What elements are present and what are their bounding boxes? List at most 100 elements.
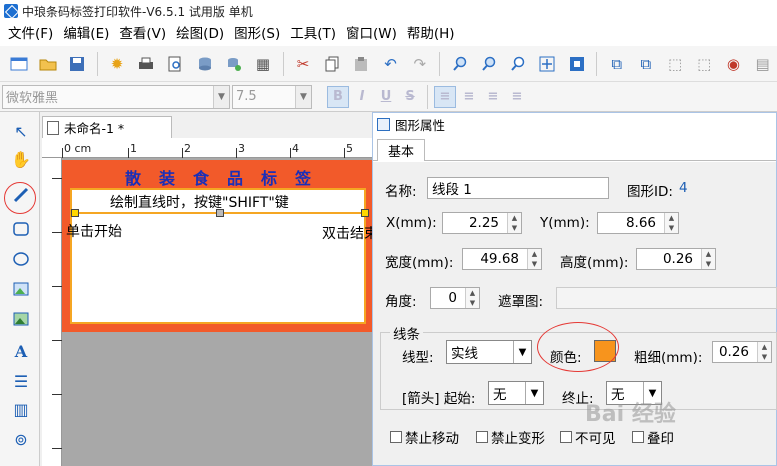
zoom-actual-icon[interactable] [507, 52, 530, 76]
underline-button[interactable]: U [375, 86, 397, 108]
italic-button[interactable]: I [351, 86, 373, 108]
menu-help[interactable]: 帮助(H) [402, 22, 460, 46]
checkbox-box[interactable] [390, 431, 402, 443]
menu-view[interactable]: 查看(V) [114, 22, 171, 46]
save-icon[interactable] [65, 52, 88, 76]
lock-resize-checkbox[interactable]: 禁止变形 [476, 427, 545, 447]
picture-tool-icon[interactable] [8, 306, 34, 332]
fit-width-icon[interactable] [565, 52, 588, 76]
width-field[interactable]: 49.68 ▲ ▼ [462, 248, 542, 270]
ruler-mark: 5 [346, 142, 353, 155]
bring-front-icon[interactable]: ⬚ [663, 52, 686, 76]
overprint-checkbox[interactable]: 叠印 [632, 427, 674, 447]
menu-tools[interactable]: 工具(T) [285, 22, 341, 46]
ruler-mark: 4 [292, 142, 299, 155]
label-header-text[interactable]: 散装食品标签 [62, 164, 374, 190]
y-field[interactable]: 8.66 ▲ ▼ [597, 212, 679, 234]
grid-icon[interactable]: ▦ [251, 52, 274, 76]
angle-field[interactable]: 0 ▲ ▼ [430, 287, 480, 309]
zoom-in-icon[interactable] [448, 52, 471, 76]
print-preview-icon[interactable] [164, 52, 187, 76]
bold-button[interactable]: B [327, 85, 349, 108]
checkbox-label: 叠印 [647, 431, 674, 447]
font-size-select[interactable]: 7.5 ▼ [232, 84, 312, 109]
lock-move-checkbox[interactable]: 禁止移动 [390, 427, 459, 447]
lock-icon[interactable]: ▤ [751, 52, 774, 76]
menu-file[interactable]: 文件(F) [3, 22, 58, 46]
align-center-icon[interactable]: ≡ [458, 86, 480, 108]
ellipse-tool-icon[interactable] [8, 246, 34, 272]
x-field[interactable]: 2.25 ▲ ▼ [442, 212, 522, 234]
thickness-label: 粗细(mm): [634, 350, 703, 366]
x-value: 2.25 [468, 215, 499, 231]
new-file-icon[interactable] [7, 52, 30, 76]
tab-basic[interactable]: 基本 [377, 139, 425, 161]
paragraph-tool-icon[interactable]: ☰ [8, 368, 34, 394]
mask-field[interactable] [556, 287, 777, 309]
print-icon[interactable] [135, 52, 158, 76]
pointer-tool-icon[interactable]: ↖ [8, 118, 34, 144]
image-tool-icon[interactable] [8, 276, 34, 302]
shape-tool-icon[interactable]: ⊚ [8, 426, 34, 452]
menu-edit[interactable]: 编辑(E) [58, 22, 114, 46]
thickness-field[interactable]: 0.26 ▲ ▼ [712, 341, 772, 363]
ruler-tick [52, 340, 62, 341]
checkbox-box[interactable] [632, 431, 644, 443]
menu-window[interactable]: 窗口(W) [341, 22, 402, 46]
align-justify-icon[interactable]: ≡ [506, 86, 528, 108]
height-spinner[interactable]: ▲ ▼ [701, 249, 715, 269]
width-spinner[interactable]: ▲ ▼ [527, 249, 541, 269]
mask-label: 遮罩图: [498, 294, 544, 310]
align-right-icon[interactable]: ≡ [482, 86, 504, 108]
thickness-spinner[interactable]: ▲ ▼ [757, 342, 771, 362]
line-start-handle[interactable] [71, 209, 79, 217]
database-icon[interactable] [193, 52, 216, 76]
ruler-mark: 1 [130, 142, 137, 155]
toolbar-divider [596, 51, 598, 76]
name-field[interactable]: 线段 1 [427, 177, 609, 199]
paste-icon[interactable] [350, 52, 373, 76]
height-label: 高度(mm): [560, 255, 629, 271]
line-type-select[interactable]: 实线 ▼ [446, 340, 532, 364]
cut-icon[interactable]: ✂ [291, 52, 314, 76]
y-spinner[interactable]: ▲ ▼ [664, 213, 678, 233]
invisible-checkbox[interactable]: 不可见 [560, 427, 616, 447]
drawing-tool-palette: ↖ ✋ A ☰ ▥ ⊚ [0, 112, 40, 466]
open-folder-icon[interactable] [36, 52, 59, 76]
angle-spinner[interactable]: ▲ ▼ [465, 288, 479, 308]
align-left-icon[interactable]: ≡ [434, 85, 456, 108]
chevron-down-icon: ▼ [513, 341, 531, 363]
line-end-handle[interactable] [361, 209, 369, 217]
ungroup-icon[interactable]: ⧉ [634, 52, 657, 76]
menu-shape[interactable]: 图形(S) [229, 22, 285, 46]
height-field[interactable]: 0.26 ▲ ▼ [636, 248, 716, 270]
strike-button[interactable]: S [399, 86, 421, 108]
pan-tool-icon[interactable]: ✋ [8, 146, 34, 172]
height-value: 0.26 [662, 251, 693, 267]
line-mid-handle[interactable] [216, 209, 224, 217]
x-spinner[interactable]: ▲ ▼ [507, 213, 521, 233]
dialog-title: 图形属性 [395, 117, 446, 133]
menu-draw[interactable]: 绘图(D) [171, 22, 229, 46]
rectangle-tool-icon[interactable] [8, 216, 34, 242]
document-tab[interactable]: 未命名-1 * [42, 116, 172, 138]
zoom-out-icon[interactable] [477, 52, 500, 76]
group-icon[interactable]: ⧉ [605, 52, 628, 76]
font-family-select[interactable]: 微软雅黑 ▼ [2, 84, 230, 109]
toolbar-divider [427, 84, 428, 109]
eye-icon[interactable]: ◉ [722, 52, 745, 76]
send-back-icon[interactable]: ⬚ [693, 52, 716, 76]
fit-page-icon[interactable] [536, 52, 559, 76]
arrow-start-select[interactable]: 无 ▼ [488, 381, 544, 405]
copy-icon[interactable] [321, 52, 344, 76]
undo-icon[interactable]: ↶ [379, 52, 402, 76]
text-tool-icon[interactable]: A [8, 338, 34, 364]
redo-icon[interactable]: ↷ [408, 52, 431, 76]
barcode-tool-icon[interactable]: ▥ [8, 396, 34, 422]
checkbox-box[interactable] [560, 431, 572, 443]
database-settings-icon[interactable] [222, 52, 245, 76]
checkbox-box[interactable] [476, 431, 488, 443]
ruler-unit: 0 cm [64, 142, 92, 155]
menu-bar: 文件(F) 编辑(E) 查看(V) 绘图(D) 图形(S) 工具(T) 窗口(W… [0, 22, 777, 46]
settings-gear-icon[interactable]: ✹ [105, 52, 128, 76]
